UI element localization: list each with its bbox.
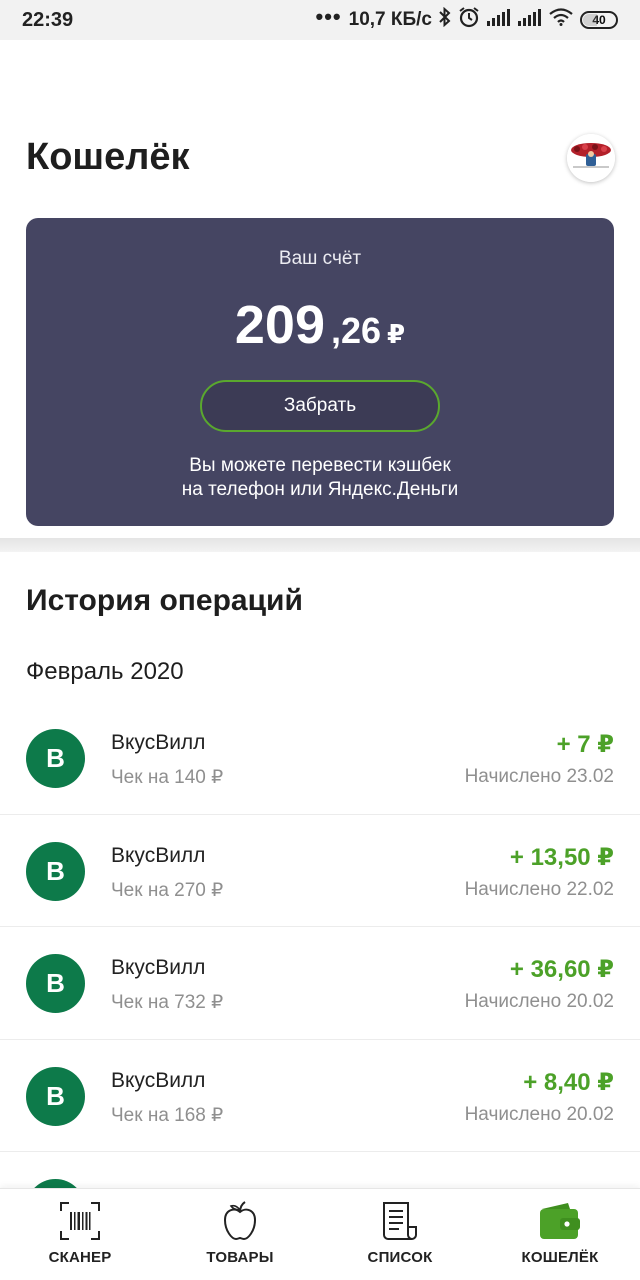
list-document-icon bbox=[380, 1199, 420, 1243]
withdraw-note-line1: Вы можете перевести кэшбек bbox=[189, 455, 451, 476]
withdraw-button[interactable]: Забрать bbox=[200, 380, 440, 432]
store-name: ВкусВилл bbox=[111, 1068, 206, 1092]
tab-products[interactable]: ТОВАРЫ bbox=[160, 1189, 320, 1280]
tab-scanner[interactable]: СКАНЕР bbox=[0, 1189, 160, 1280]
section-divider bbox=[0, 538, 640, 552]
balance-fraction: ,26 bbox=[330, 310, 382, 351]
apple-icon bbox=[222, 1199, 258, 1243]
tab-scanner-label: СКАНЕР bbox=[48, 1249, 112, 1266]
receipt-amount: Чек на 270 ₽ bbox=[111, 879, 224, 901]
cashback-date: Начислено 20.02 bbox=[464, 991, 614, 1012]
balance-amount: 209 ,26 ₽ bbox=[26, 294, 614, 356]
operation-row[interactable]: В ВкусВилл Чек на 168 ₽ + 8,40 ₽ Начисле… bbox=[0, 1040, 640, 1152]
more-notifications-icon: ••• bbox=[315, 4, 342, 29]
battery-icon: 40 bbox=[580, 11, 618, 29]
status-bar: 22:39 ••• 10,7 КБ/с 40 bbox=[0, 0, 640, 40]
operation-row[interactable]: В ВкусВилл Чек на 732 ₽ + 36,60 ₽ Начисл… bbox=[0, 927, 640, 1040]
balance-card: Ваш счёт 209 ,26 ₽ Забрать Вы можете пер… bbox=[26, 218, 614, 526]
cashback-date: Начислено 23.02 bbox=[464, 766, 614, 787]
page-title: Кошелёк bbox=[26, 136, 190, 178]
cashback-amount: + 7 ₽ bbox=[556, 731, 614, 758]
withdraw-note: Вы можете перевести кэшбек на телефон ил… bbox=[26, 454, 614, 502]
operation-row[interactable]: В ВкусВилл Чек на 140 ₽ + 7 ₽ Начислено … bbox=[0, 702, 640, 815]
store-name: ВкусВилл bbox=[111, 843, 206, 867]
bluetooth-icon bbox=[439, 6, 451, 33]
receipt-amount: Чек на 168 ₽ bbox=[111, 1104, 224, 1126]
tab-wallet[interactable]: КОШЕЛЁК bbox=[480, 1189, 640, 1280]
network-speed: 10,7 КБ/с bbox=[348, 9, 432, 30]
store-logo-icon: В bbox=[26, 841, 85, 901]
history-title: История операций bbox=[26, 584, 303, 617]
tab-wallet-label: КОШЕЛЁК bbox=[521, 1249, 599, 1266]
operation-row[interactable]: В ВкусВилл Чек на 270 ₽ + 13,50 ₽ Начисл… bbox=[0, 815, 640, 927]
cashback-amount: + 13,50 ₽ bbox=[509, 843, 614, 871]
cashback-date: Начислено 20.02 bbox=[464, 1103, 614, 1125]
barcode-scanner-icon bbox=[59, 1199, 101, 1243]
signal-icon-2 bbox=[518, 8, 542, 32]
wifi-icon bbox=[549, 8, 573, 32]
receipt-amount: Чек на 732 ₽ bbox=[111, 992, 224, 1013]
cashback-amount: + 36,60 ₽ bbox=[509, 956, 614, 983]
wallet-icon bbox=[538, 1199, 582, 1243]
status-time: 22:39 bbox=[22, 8, 74, 31]
operations-list: В ВкусВилл Чек на 140 ₽ + 7 ₽ Начислено … bbox=[0, 702, 640, 1265]
balance-label: Ваш счёт bbox=[278, 248, 362, 269]
withdraw-note-line2: на телефон или Яндекс.Деньги bbox=[181, 479, 459, 500]
bottom-tab-bar: СКАНЕР ТОВАРЫ СПИСОК КОШЕЛЁК bbox=[0, 1188, 640, 1280]
store-logo-icon: В bbox=[26, 1066, 85, 1126]
battery-level: 40 bbox=[592, 13, 606, 27]
receipt-amount: Чек на 140 ₽ bbox=[111, 767, 224, 788]
store-logo-icon: В bbox=[26, 954, 85, 1013]
cashback-amount: + 8,40 ₽ bbox=[523, 1068, 614, 1096]
month-header: Февраль 2020 bbox=[26, 658, 184, 685]
store-name: ВкусВилл bbox=[111, 731, 206, 754]
tab-products-label: ТОВАРЫ bbox=[206, 1249, 274, 1266]
tab-list[interactable]: СПИСОК bbox=[320, 1189, 480, 1280]
signal-icon bbox=[487, 8, 511, 32]
status-icons: ••• 10,7 КБ/с 40 bbox=[316, 6, 618, 34]
tab-list-label: СПИСОК bbox=[367, 1249, 433, 1266]
store-logo-icon: В bbox=[26, 729, 85, 788]
avatar[interactable] bbox=[567, 134, 615, 182]
alarm-icon bbox=[458, 6, 480, 34]
balance-currency: ₽ bbox=[387, 319, 406, 349]
store-name: ВкусВилл bbox=[111, 956, 206, 979]
cashback-date: Начислено 22.02 bbox=[464, 878, 614, 900]
balance-integer: 209 bbox=[234, 295, 325, 355]
